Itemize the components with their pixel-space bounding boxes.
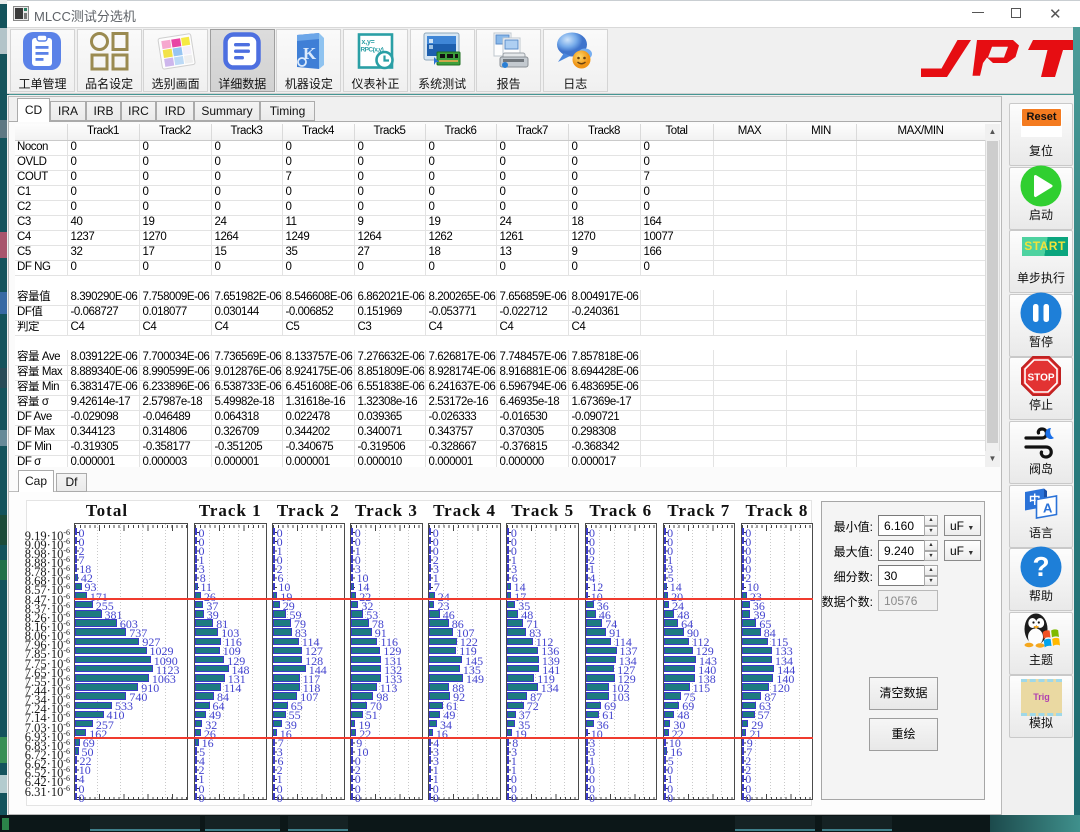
svg-text:A: A — [1043, 501, 1053, 516]
svg-text:STOP: STOP — [1027, 373, 1054, 384]
svg-text:x,y=: x,y= — [362, 39, 375, 46]
svg-text:?: ? — [1032, 551, 1049, 582]
